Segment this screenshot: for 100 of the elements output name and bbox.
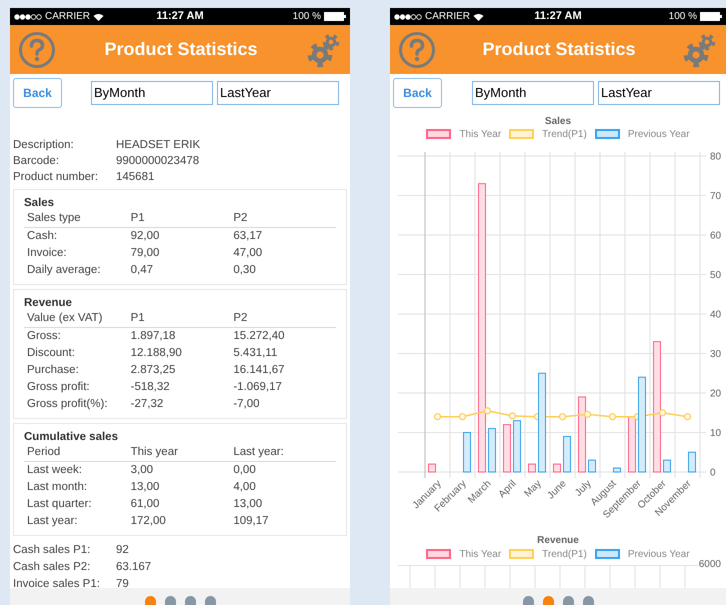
column-header: Last year:: [233, 445, 285, 460]
bar: [428, 464, 436, 472]
trend-point: [608, 413, 616, 420]
carrier-name: CARRIER: [425, 10, 470, 24]
bar: [663, 460, 671, 472]
field-label: Invoice sales P1:: [13, 576, 101, 588]
bar: [553, 464, 561, 472]
wifi-icon: [93, 12, 104, 20]
table-cell-text: 13,00: [130, 480, 160, 495]
bar: [513, 420, 521, 472]
table-cell-text: Daily average:: [27, 262, 102, 278]
tick-label: 70: [710, 191, 722, 202]
tick-label: 40: [710, 310, 722, 320]
tick-label: 50: [710, 270, 722, 281]
bar: [528, 464, 536, 472]
field-value: 145681: [116, 170, 154, 186]
trend-point: [684, 413, 692, 420]
table-cell-text: 63,17: [233, 228, 264, 244]
field-label: Cash sales P2:: [13, 560, 92, 575]
chart-title: Revenue: [536, 534, 580, 546]
tick-label: 10: [710, 428, 722, 439]
range-select[interactable]: LastYear: [217, 81, 339, 105]
trend-point: [584, 410, 592, 418]
signal-icon: [394, 14, 422, 20]
table-cell-text: Gross profit:: [27, 380, 91, 395]
trend-point: [658, 409, 666, 416]
tick-label: 80: [710, 152, 722, 162]
carrier-name: CARRIER: [45, 10, 90, 24]
section-title: Cumulative sales: [24, 430, 119, 445]
table-cell-text: 109,17: [233, 514, 270, 529]
column-header: P1: [130, 211, 146, 226]
bar: [613, 468, 621, 472]
trend-point: [484, 407, 492, 414]
table-cell-text: 4,00: [233, 480, 257, 495]
battery-icon: [700, 12, 722, 21]
table-cell-text: Gross:: [27, 328, 62, 344]
table-cell-text: -1.069,17: [233, 380, 283, 395]
bar: [488, 428, 496, 472]
field-label: Cash sales P1:: [13, 542, 92, 558]
column-header: Value (ex VAT): [27, 311, 104, 326]
help-icon[interactable]: [18, 30, 56, 68]
trend-point: [508, 412, 516, 420]
legend-label: Trend(P1): [542, 128, 587, 142]
column-header: Sales type: [27, 211, 82, 226]
table-cell-text: 2.873,25: [130, 362, 176, 378]
status-time: 11:27 AM: [156, 9, 204, 24]
table-cell-text: 13,00: [233, 496, 264, 512]
table-cell-text: 16.141,67: [233, 362, 286, 378]
table-cell-text: Last quarter:: [27, 496, 93, 512]
column-header: Period: [27, 445, 62, 460]
bar: [463, 432, 471, 472]
field-value: 92: [116, 542, 129, 558]
bar: [503, 424, 511, 472]
table-cell-text: 92,00: [130, 228, 160, 244]
table-cell-text: 0,00: [233, 462, 257, 478]
table-cell-text: 47,00: [233, 246, 264, 261]
table-cell-text: 3,00: [130, 462, 154, 478]
table-cell-text: 61,00: [130, 496, 160, 512]
field-label: Product number:: [13, 170, 100, 186]
trend-point: [558, 413, 566, 420]
period-select[interactable]: ByMonth: [472, 81, 594, 105]
table-cell-text: -518,32: [130, 380, 171, 395]
range-select[interactable]: LastYear: [598, 81, 720, 105]
help-icon[interactable]: [398, 30, 436, 68]
wifi-icon: [473, 12, 484, 20]
table-cell-text: 0,47: [130, 262, 154, 278]
bar: [688, 452, 696, 472]
bar: [563, 436, 571, 472]
tick-label: 6000: [698, 560, 721, 570]
table-cell-text: Discount:: [27, 346, 76, 361]
table-cell-text: 5.431,11: [233, 346, 278, 361]
table-cell-text: 1.897,18: [130, 328, 176, 344]
table-cell-text: Cash:: [27, 228, 58, 244]
field-value: 9900000023478: [116, 154, 200, 170]
tick-label: 20: [710, 388, 722, 400]
field-value: 79: [116, 576, 129, 588]
bar: [588, 460, 596, 472]
table-cell-text: 15.272,40: [233, 328, 286, 344]
table-cell-text: 172,00: [130, 514, 167, 529]
legend-label: This Year: [459, 548, 502, 562]
screen-title: Product Statistics: [482, 38, 636, 61]
chart-title: Sales: [544, 115, 572, 126]
section-title: Sales: [24, 196, 56, 211]
battery-icon: [324, 12, 346, 21]
axis-label: May: [522, 478, 544, 500]
table-cell-text: Purchase:: [27, 362, 80, 378]
trend-point: [458, 413, 466, 420]
period-select[interactable]: ByMonth: [91, 81, 213, 105]
axis-label: July: [573, 478, 594, 499]
column-header: This year: [130, 445, 179, 460]
legend-label: Previous Year: [628, 548, 690, 562]
screen-title: Product Statistics: [104, 38, 258, 61]
table-cell-text: 79,00: [130, 246, 160, 261]
legend-label: This Year: [459, 128, 502, 142]
column-header: P1: [130, 311, 146, 326]
signal-icon: [14, 14, 42, 20]
table-cell-text: -7,00: [233, 396, 261, 412]
table-cell-text: Gross profit(%):: [27, 396, 109, 412]
table-cell-text: Invoice:: [27, 246, 68, 261]
legend-label: Trend(P1): [542, 548, 587, 562]
